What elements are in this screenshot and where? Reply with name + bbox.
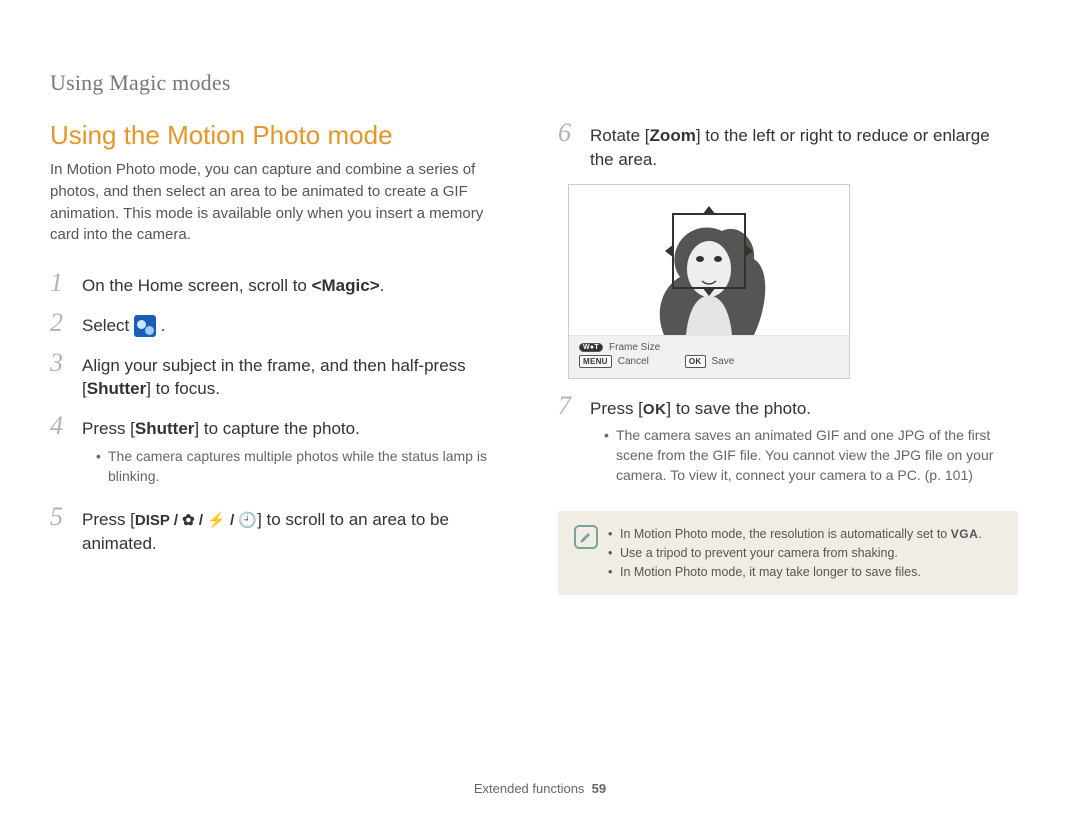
note-pencil-icon — [574, 525, 598, 549]
footer-page-number: 59 — [592, 781, 606, 796]
ok-button-glyph: OK — [643, 399, 667, 420]
ok-badge-icon: OK — [685, 355, 706, 368]
step-7-subitem: The camera saves an animated GIF and one… — [604, 426, 1018, 485]
step-bold: Shutter — [135, 419, 195, 438]
note-box: In Motion Photo mode, the resolution is … — [558, 511, 1018, 595]
handle-right-icon — [744, 244, 753, 258]
section-title: Using the Motion Photo mode — [50, 120, 510, 151]
wt-badge-icon: W●T — [579, 343, 603, 352]
step-5: 5 Press [DISP / ✿ / ⚡ / 🕘] to scroll to … — [50, 504, 510, 556]
right-column: 6 Rotate [Zoom] to the left or right to … — [558, 120, 1018, 595]
step-text: Select — [82, 316, 134, 335]
step-text: Press [ — [82, 419, 135, 438]
note-item-2: Use a tripod to prevent your camera from… — [608, 544, 982, 563]
step-number: 6 — [558, 120, 580, 146]
vga-icon: VGA — [951, 525, 979, 543]
note-list: In Motion Photo mode, the resolution is … — [608, 525, 982, 581]
step-1: 1 On the Home screen, scroll to <Magic>. — [50, 270, 510, 298]
step-7: 7 Press [OK] to save the photo. The came… — [558, 393, 1018, 492]
camera-display-illustration: W●T Frame Size MENU Cancel OK Save — [568, 184, 850, 379]
handle-down-icon — [702, 287, 716, 296]
footer-section: Extended functions — [474, 781, 585, 796]
disp-icons: DISP / ✿ / ⚡ / 🕘 — [135, 510, 257, 531]
step-text-post: ] to save the photo. — [666, 399, 811, 418]
page-footer: Extended functions 59 — [0, 781, 1080, 796]
step-bold: <Magic> — [312, 276, 380, 295]
step-4-subitem: The camera captures multiple photos whil… — [96, 447, 510, 486]
step-text: Press [ — [82, 510, 135, 529]
step-3: 3 Align your subject in the frame, and t… — [50, 350, 510, 402]
step-4: 4 Press [Shutter] to capture the photo. … — [50, 413, 510, 492]
crop-focus-box — [672, 213, 746, 289]
step-text: On the Home screen, scroll to — [82, 276, 312, 295]
step-7-sublist: The camera saves an animated GIF and one… — [590, 426, 1018, 485]
portrait-illustration — [569, 185, 849, 335]
step-number: 5 — [50, 504, 72, 530]
step-number: 3 — [50, 350, 72, 376]
step-2: 2 Select . — [50, 310, 510, 338]
step-bold: Zoom — [650, 126, 696, 145]
step-text-post: . — [380, 276, 385, 295]
breadcrumb: Using Magic modes — [50, 70, 1030, 96]
step-number: 7 — [558, 393, 580, 419]
motion-photo-icon — [134, 315, 156, 337]
step-number: 2 — [50, 310, 72, 336]
step-text-post: ] to capture the photo. — [194, 419, 359, 438]
note-1-post: . — [978, 527, 981, 541]
step-text-post: ] to focus. — [146, 379, 220, 398]
step-bold: Shutter — [87, 379, 147, 398]
left-column: Using the Motion Photo mode In Motion Ph… — [50, 120, 510, 595]
step-text-post: . — [161, 316, 166, 335]
note-item-3: In Motion Photo mode, it may take longer… — [608, 563, 982, 582]
step-6: 6 Rotate [Zoom] to the left or right to … — [558, 120, 1018, 172]
camera-display-footer: W●T Frame Size MENU Cancel OK Save — [569, 336, 849, 378]
handle-left-icon — [665, 244, 674, 258]
note-1-pre: In Motion Photo mode, the resolution is … — [620, 527, 951, 541]
step-text: Press [ — [590, 399, 643, 418]
frame-size-label: Frame Size — [609, 342, 660, 353]
menu-badge-icon: MENU — [579, 355, 612, 368]
step-number: 4 — [50, 413, 72, 439]
step-number: 1 — [50, 270, 72, 296]
step-4-sublist: The camera captures multiple photos whil… — [82, 447, 510, 486]
step-text: Rotate [ — [590, 126, 650, 145]
save-label: Save — [712, 356, 735, 367]
intro-paragraph: In Motion Photo mode, you can capture an… — [50, 159, 510, 246]
cancel-label: Cancel — [618, 356, 649, 367]
note-item-1: In Motion Photo mode, the resolution is … — [608, 525, 982, 544]
camera-display-image — [569, 185, 849, 336]
content-columns: Using the Motion Photo mode In Motion Ph… — [50, 120, 1030, 595]
handle-up-icon — [702, 206, 716, 215]
